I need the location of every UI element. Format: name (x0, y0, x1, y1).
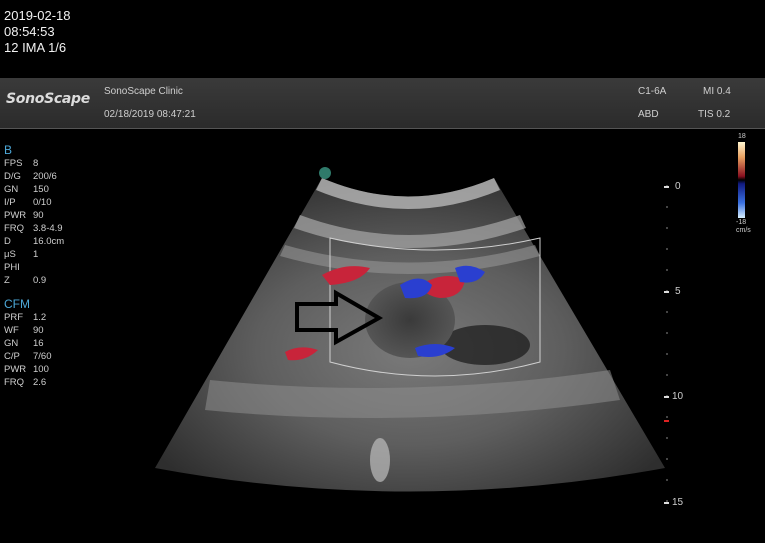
param-cfm-pwr: PWR 100 (4, 364, 49, 375)
param-gn: GN 150 (4, 184, 49, 195)
depth-label-0: 0 (675, 181, 681, 192)
cfm-mode-title: CFM (4, 297, 30, 311)
param-prf: PRF 1.2 (4, 312, 47, 323)
param-cfm-frq: FRQ 2.6 (4, 377, 47, 388)
depth-label-5: 5 (675, 286, 681, 297)
color-bar-unit: cm/s (736, 227, 751, 234)
ultrasound-image (155, 142, 745, 505)
param-ip: I/P 0/10 (4, 197, 52, 208)
param-wf: WF 90 (4, 325, 44, 336)
orientation-marker (319, 167, 331, 179)
param-zoom: Z 0.9 (4, 275, 47, 286)
param-fps: FPS 8 (4, 158, 39, 169)
color-bar-top: 18 (738, 133, 746, 140)
color-velocity-bar (738, 142, 745, 218)
param-pwr: PWR 90 (4, 210, 44, 221)
param-us: μS 1 (4, 249, 39, 260)
b-mode-title: B (4, 143, 13, 157)
color-bar-bottom: -18 (736, 219, 747, 226)
depth-label-10: 10 (672, 391, 684, 402)
param-cp: C/P 7/60 (4, 351, 52, 362)
param-cfm-gn: GN 16 (4, 338, 44, 349)
depth-label-15: 15 (672, 497, 684, 508)
param-frq: FRQ 3.8-4.9 (4, 223, 63, 234)
param-depth: D 16.0cm (4, 236, 65, 247)
depth-scale (664, 185, 669, 505)
param-dg: D/G 200/6 (4, 171, 57, 182)
param-phi: PHI (4, 262, 20, 273)
